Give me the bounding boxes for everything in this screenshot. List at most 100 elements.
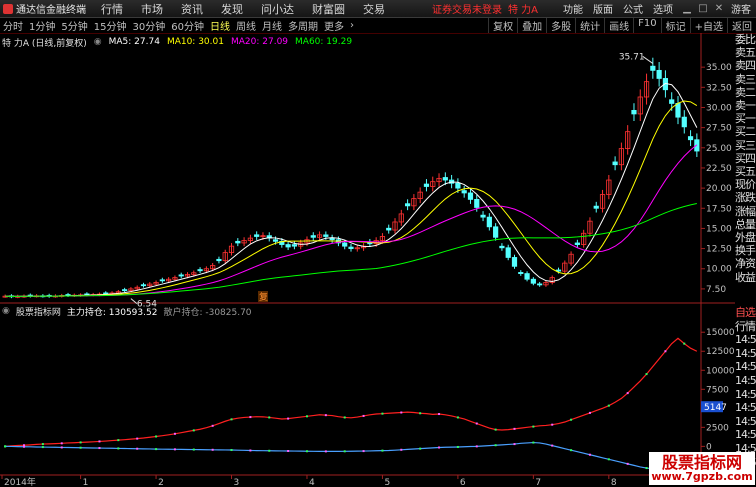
price-tick-label: 32.50 [706, 83, 732, 93]
retail-position-line-dot [211, 448, 214, 451]
tool-f10[interactable]: F10 [633, 18, 660, 33]
tick-row-5: 14:56 [735, 373, 756, 387]
retail-position-line-dot [645, 467, 648, 470]
main-position-line-dot [494, 428, 497, 431]
time-tick-label: 8 [611, 478, 617, 487]
window-maximize-icon[interactable]: □ [696, 2, 710, 16]
price-tick-label: 25.00 [706, 144, 732, 154]
period-15min[interactable]: 15分钟 [91, 18, 130, 33]
main-position-line-dot [60, 442, 63, 445]
candle-body [442, 177, 448, 181]
period-monthly[interactable]: 月线 [259, 18, 285, 33]
menu-item-market[interactable]: 市场 [132, 1, 172, 17]
retail-position-line-dot [4, 445, 7, 448]
tool-adjust[interactable]: 复权 [488, 18, 517, 33]
main-position-line-dot [117, 439, 120, 442]
tool-overlay[interactable]: 叠加 [517, 18, 546, 33]
login-status[interactable]: 证券交易未登录 [432, 1, 502, 16]
period-60min[interactable]: 60分钟 [168, 18, 207, 33]
retail-position-line-dot [117, 447, 120, 450]
retail-position-line-dot [381, 449, 384, 452]
time-tick-label: 6 [460, 478, 466, 487]
candle-body [386, 227, 392, 231]
price-tick-label: 10.00 [706, 265, 732, 275]
period-daily[interactable]: 日线 [207, 18, 233, 33]
site-watermark: 股票指标网 www.7gpzb.com [649, 452, 755, 485]
indicator-tick-label: 10000 [706, 366, 735, 376]
app-logo-icon [3, 3, 13, 14]
candle-body [348, 246, 354, 249]
period-more-arrow-icon[interactable]: › [347, 20, 357, 31]
menu-item-formula[interactable]: 公式 [618, 1, 648, 16]
menu-item-trade[interactable]: 交易 [354, 1, 394, 17]
retail-position-line-dot [155, 448, 158, 451]
tool-draw[interactable]: 画线 [604, 18, 633, 33]
quote-field-16: 换手 [735, 244, 756, 258]
candle-body [524, 273, 530, 280]
main-position-line-dot [136, 437, 139, 440]
candle-body [455, 182, 461, 189]
menu-bar: 通达信金融终端 行情 市场 资讯 发现 问小达 财富圈 交易 证券交易未登录 特… [0, 0, 756, 18]
period-5min[interactable]: 5分钟 [58, 18, 90, 33]
menu-item-wealth[interactable]: 财富圈 [303, 1, 354, 17]
candle-body [681, 116, 687, 128]
main-position-line-dot [683, 342, 686, 345]
indicator-tick-label: 0 [706, 442, 712, 452]
period-intraday[interactable]: 分时 [0, 18, 26, 33]
menu-item-layout[interactable]: 版面 [588, 1, 618, 16]
tool-statistics[interactable]: 统计 [575, 18, 604, 33]
period-multi[interactable]: 多周期 [285, 18, 321, 33]
candle-body [505, 247, 511, 258]
tool-back[interactable]: 返回 [727, 18, 756, 33]
period-weekly[interactable]: 周线 [233, 18, 259, 33]
menu-item-function[interactable]: 功能 [558, 1, 588, 16]
high-price-annotation: 35.71 [619, 52, 645, 62]
tool-mark[interactable]: 标记 [660, 18, 690, 33]
candle-body [537, 283, 543, 286]
menu-item-quotes[interactable]: 行情 [92, 1, 132, 17]
kline-chart[interactable]: 35.0032.5030.0027.5025.0022.5020.0017.50… [0, 33, 735, 487]
current-stock: 特 力A [507, 5, 538, 16]
retail-position-line-dot [249, 449, 252, 452]
window-close-icon[interactable]: ✕ [712, 2, 726, 16]
price-tick-label: 30.00 [706, 103, 732, 113]
quote-field-2: 卖四 [735, 59, 756, 73]
candle-body [235, 240, 241, 244]
candle-body [272, 239, 279, 242]
ma5-line [5, 82, 698, 297]
candle-body [474, 198, 480, 208]
main-position-line-dot [324, 414, 327, 417]
watermark-url: www.7gpzb.com [651, 470, 753, 483]
quote-field-12: 涨跌 [735, 191, 756, 205]
guest-label[interactable]: 游客 [726, 1, 756, 16]
menu-item-options[interactable]: 选项 [648, 1, 678, 16]
main-position-line-dot [230, 418, 233, 421]
period-1min[interactable]: 1分钟 [26, 18, 58, 33]
watermark-title: 股票指标网 [661, 453, 742, 472]
menu-item-ask[interactable]: 问小达 [252, 1, 303, 17]
main-position-line-dot [98, 440, 101, 443]
quote-field-17: 净资 [735, 257, 756, 271]
period-more[interactable]: 更多 [321, 18, 347, 33]
tick-row-0[interactable]: 自选 [735, 306, 756, 320]
price-tick-label: 7.50 [706, 285, 726, 295]
tool-add-watchlist[interactable]: +自选 [689, 18, 727, 33]
window-minimize-icon[interactable]: ▁ [680, 2, 694, 16]
candle-body [675, 103, 681, 118]
candle-body [404, 203, 411, 207]
main-position-line-dot [362, 414, 365, 417]
retail-position-line-dot [438, 446, 441, 449]
adjust-flag: 复 [259, 291, 268, 303]
app-title: 通达信金融终端 [16, 5, 86, 16]
menu-item-news[interactable]: 资讯 [172, 1, 212, 17]
tool-multi-stock[interactable]: 多股 [546, 18, 575, 33]
period-toolbar: 分时 1分钟 5分钟 15分钟 30分钟 60分钟 日线 周线 月线 多周期 更… [0, 18, 756, 34]
period-30min[interactable]: 30分钟 [129, 18, 168, 33]
main-position-line-dot [79, 441, 82, 444]
retail-position-line-dot [494, 444, 497, 447]
main-position-line-dot [287, 417, 290, 420]
candle-body [216, 258, 222, 262]
quote-field-4: 卖二 [735, 85, 756, 99]
tick-row-1[interactable]: 行情 [735, 320, 756, 334]
menu-item-discover[interactable]: 发现 [212, 1, 252, 17]
